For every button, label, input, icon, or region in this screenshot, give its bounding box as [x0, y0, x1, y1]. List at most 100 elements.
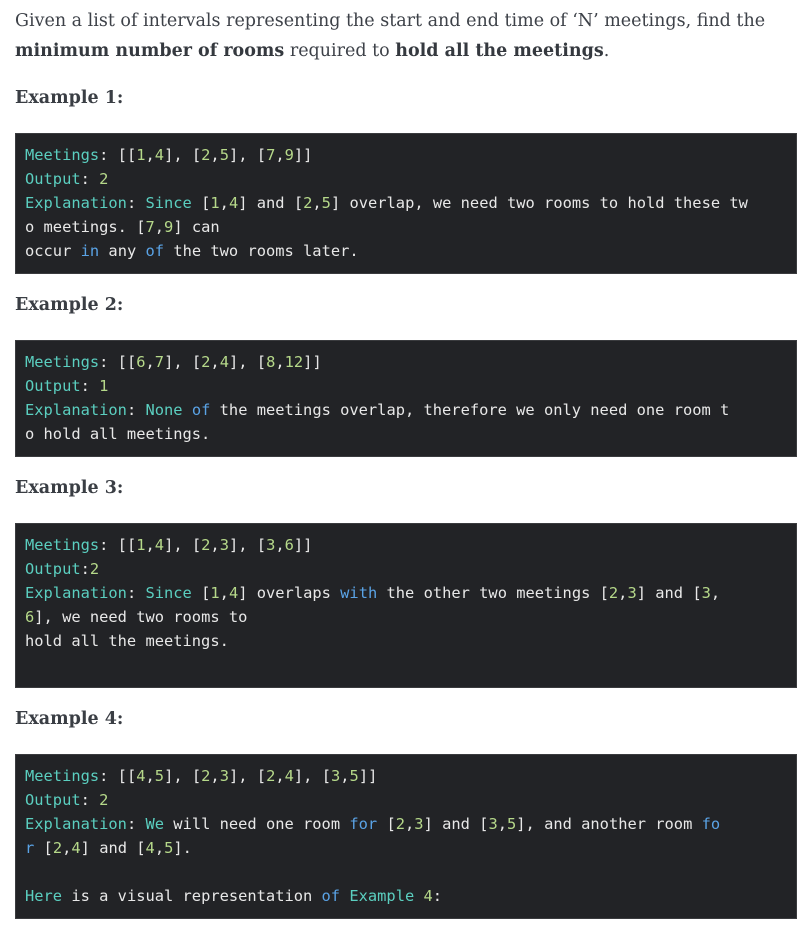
code-token: 2	[99, 791, 109, 809]
example-1-heading: Example 1:	[15, 88, 124, 108]
code-token: :	[126, 815, 146, 833]
code-token: : [[	[99, 353, 137, 371]
code-token: ,	[275, 536, 285, 554]
code-token: will need one room	[164, 815, 350, 833]
code-token: ], and another room	[516, 815, 702, 833]
code-token: ], [	[164, 146, 202, 164]
problem-statement: Given a list of intervals representing t…	[15, 6, 795, 66]
code-token: ]]	[293, 536, 313, 554]
code-token: :	[80, 791, 100, 809]
code-token: fo	[701, 815, 721, 833]
code-token: 4	[136, 767, 146, 785]
code-token: ] overlaps	[238, 584, 341, 602]
code-line: occur in any of the two rooms later.	[25, 239, 787, 263]
code-token: Output	[25, 170, 81, 188]
code-token: 4	[284, 767, 294, 785]
code-token: ,	[145, 146, 155, 164]
code-token: 5	[164, 839, 174, 857]
code-token: 3	[488, 815, 498, 833]
code-token: 3	[414, 815, 424, 833]
example-3-heading: Example 3:	[15, 478, 124, 498]
code-token: Output	[25, 560, 81, 578]
example-3-code-block: Meetings: [[1,4], [2,3], [3,6]] Output:2 E…	[15, 523, 797, 688]
code-token: 6	[25, 608, 35, 626]
code-token: o hold all meetings.	[25, 425, 211, 443]
code-line: Output: 2	[25, 788, 787, 812]
code-line: Meetings: [[4,5], [2,3], [2,4], [3,5]]	[25, 764, 787, 788]
code-token: ,	[210, 146, 220, 164]
code-line: o hold all meetings.	[25, 422, 787, 446]
code-token: 9	[284, 146, 294, 164]
example-2-heading: Example 2:	[15, 295, 124, 315]
code-token: 2	[266, 767, 276, 785]
code-token: ,	[62, 839, 72, 857]
code-token: 3	[266, 536, 276, 554]
code-token: :	[432, 887, 443, 905]
code-token: 3	[701, 584, 711, 602]
code-token: Explanation	[25, 401, 127, 419]
code-token: 6	[136, 353, 146, 371]
code-token: 3	[330, 767, 341, 785]
code-token: [	[191, 194, 211, 212]
code-token: 1	[210, 584, 220, 602]
problem-page: Given a list of intervals representing t…	[0, 0, 808, 933]
intro-text-1: Given a list of intervals representing t…	[15, 11, 766, 31]
code-token: ], [	[228, 353, 267, 371]
code-token: any	[99, 242, 146, 260]
code-token: ,	[145, 767, 155, 785]
code-token: with	[340, 584, 378, 602]
code-token: None	[145, 401, 183, 419]
code-line: r [2,4] and [4,5].	[25, 836, 787, 860]
code-token: 2	[608, 584, 619, 602]
code-token: ], [	[164, 536, 202, 554]
code-line: Explanation: Since [1,4] overlaps with t…	[25, 581, 787, 605]
code-token: ,	[275, 767, 285, 785]
code-token: 7	[154, 353, 165, 371]
code-token: 4	[145, 839, 155, 857]
code-token: ,	[145, 353, 155, 371]
code-line: Here is a visual representation of Examp…	[25, 884, 787, 908]
code-token: ] overlap, we need two rooms to hold the…	[330, 194, 748, 212]
code-line: Meetings: [[1,4], [2,5], [7,9]]	[25, 143, 787, 167]
code-token: ].	[173, 839, 192, 857]
code-token: [	[377, 815, 396, 833]
code-token: 6	[284, 536, 294, 554]
code-token: ,	[710, 584, 721, 602]
code-token: ], we need two rooms to	[34, 608, 248, 626]
code-token: :	[80, 560, 90, 578]
code-token: the meetings overlap, therefore we only …	[210, 401, 730, 419]
code-token: :	[126, 584, 146, 602]
code-token: ] and [	[423, 815, 489, 833]
code-token: occur	[25, 242, 81, 260]
code-line: 6], we need two rooms to	[25, 605, 787, 629]
code-token: ], [	[293, 767, 331, 785]
code-token: ,	[210, 536, 220, 554]
code-token: : [[	[99, 767, 137, 785]
code-token: ,	[497, 815, 507, 833]
code-token: r	[25, 839, 35, 857]
code-token: Explanation	[25, 194, 127, 212]
code-line: Explanation: We will need one room for […	[25, 812, 787, 836]
code-token: ,	[154, 218, 165, 236]
code-token: 1	[136, 536, 146, 554]
code-token: 5	[507, 815, 517, 833]
code-token: ]]	[303, 353, 322, 371]
code-token: ,	[340, 767, 350, 785]
example-4-heading: Example 4:	[15, 709, 124, 729]
code-token: 4	[154, 146, 165, 164]
code-line: hold all the meetings.	[25, 629, 787, 653]
example-2-code-block: Meetings: [[6,7], [2,4], [8,12]] Output: …	[15, 340, 797, 457]
code-token: Explanation	[25, 584, 127, 602]
code-token: 2	[89, 560, 100, 578]
code-token: ]]	[293, 146, 313, 164]
code-token: Explanation	[25, 815, 127, 833]
code-token: 4	[423, 887, 433, 905]
code-token: 4	[219, 353, 229, 371]
code-line: Output: 2	[25, 167, 787, 191]
code-line: Explanation: Since [1,4] and [2,5] overl…	[25, 191, 787, 215]
code-token: Meetings	[25, 536, 100, 554]
code-token: :	[126, 194, 146, 212]
code-token: 1	[99, 377, 109, 395]
code-token: ,	[275, 146, 285, 164]
